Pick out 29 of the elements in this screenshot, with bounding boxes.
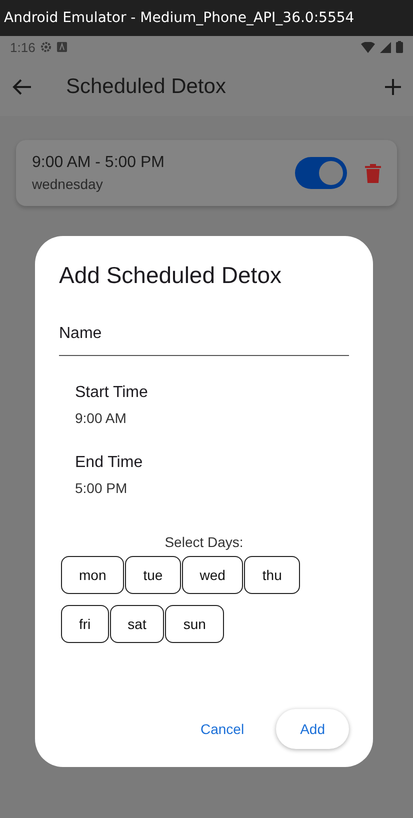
days-label: Select Days: — [164, 534, 244, 550]
start-time-value: 9:00 AM — [75, 410, 128, 426]
notification-icon — [57, 42, 68, 52]
back-arrow-icon[interactable] — [12, 79, 32, 95]
status-time: 1:16 — [10, 40, 36, 54]
wifi-icon — [361, 42, 375, 52]
day-chip[interactable]: wed — [182, 556, 244, 594]
day-chip[interactable]: sun — [165, 605, 224, 643]
confirm-button[interactable]: Add — [276, 709, 349, 749]
start-time-label[interactable]: Start Time — [75, 384, 333, 402]
battery-icon — [396, 41, 403, 53]
signal-icon — [380, 42, 391, 52]
window-title: Android Emulator - Medium_Phone_API_36.0:5554 — [4, 10, 354, 26]
schedule-days: wednesday — [32, 176, 295, 192]
end-time-value: 5:00 PM — [75, 480, 128, 496]
screen-title: Scheduled Detox — [66, 75, 227, 99]
day-chip[interactable]: fri — [61, 605, 109, 643]
end-time-label[interactable]: End Time — [75, 454, 333, 472]
add-icon[interactable] — [385, 79, 401, 95]
day-chip[interactable]: tue — [125, 556, 181, 594]
day-chip[interactable]: mon — [61, 556, 124, 594]
cancel-button[interactable]: Cancel — [176, 709, 268, 749]
dialog-title: Add Scheduled Detox — [59, 262, 282, 289]
gear-icon — [40, 41, 52, 53]
toggle-switch[interactable] — [295, 157, 347, 189]
day-chip[interactable]: sat — [110, 605, 164, 643]
name-field[interactable]: Name — [59, 315, 349, 356]
schedule-time: 9:00 AM - 5:00 PM — [32, 154, 166, 172]
day-chip[interactable]: thu — [244, 556, 300, 594]
